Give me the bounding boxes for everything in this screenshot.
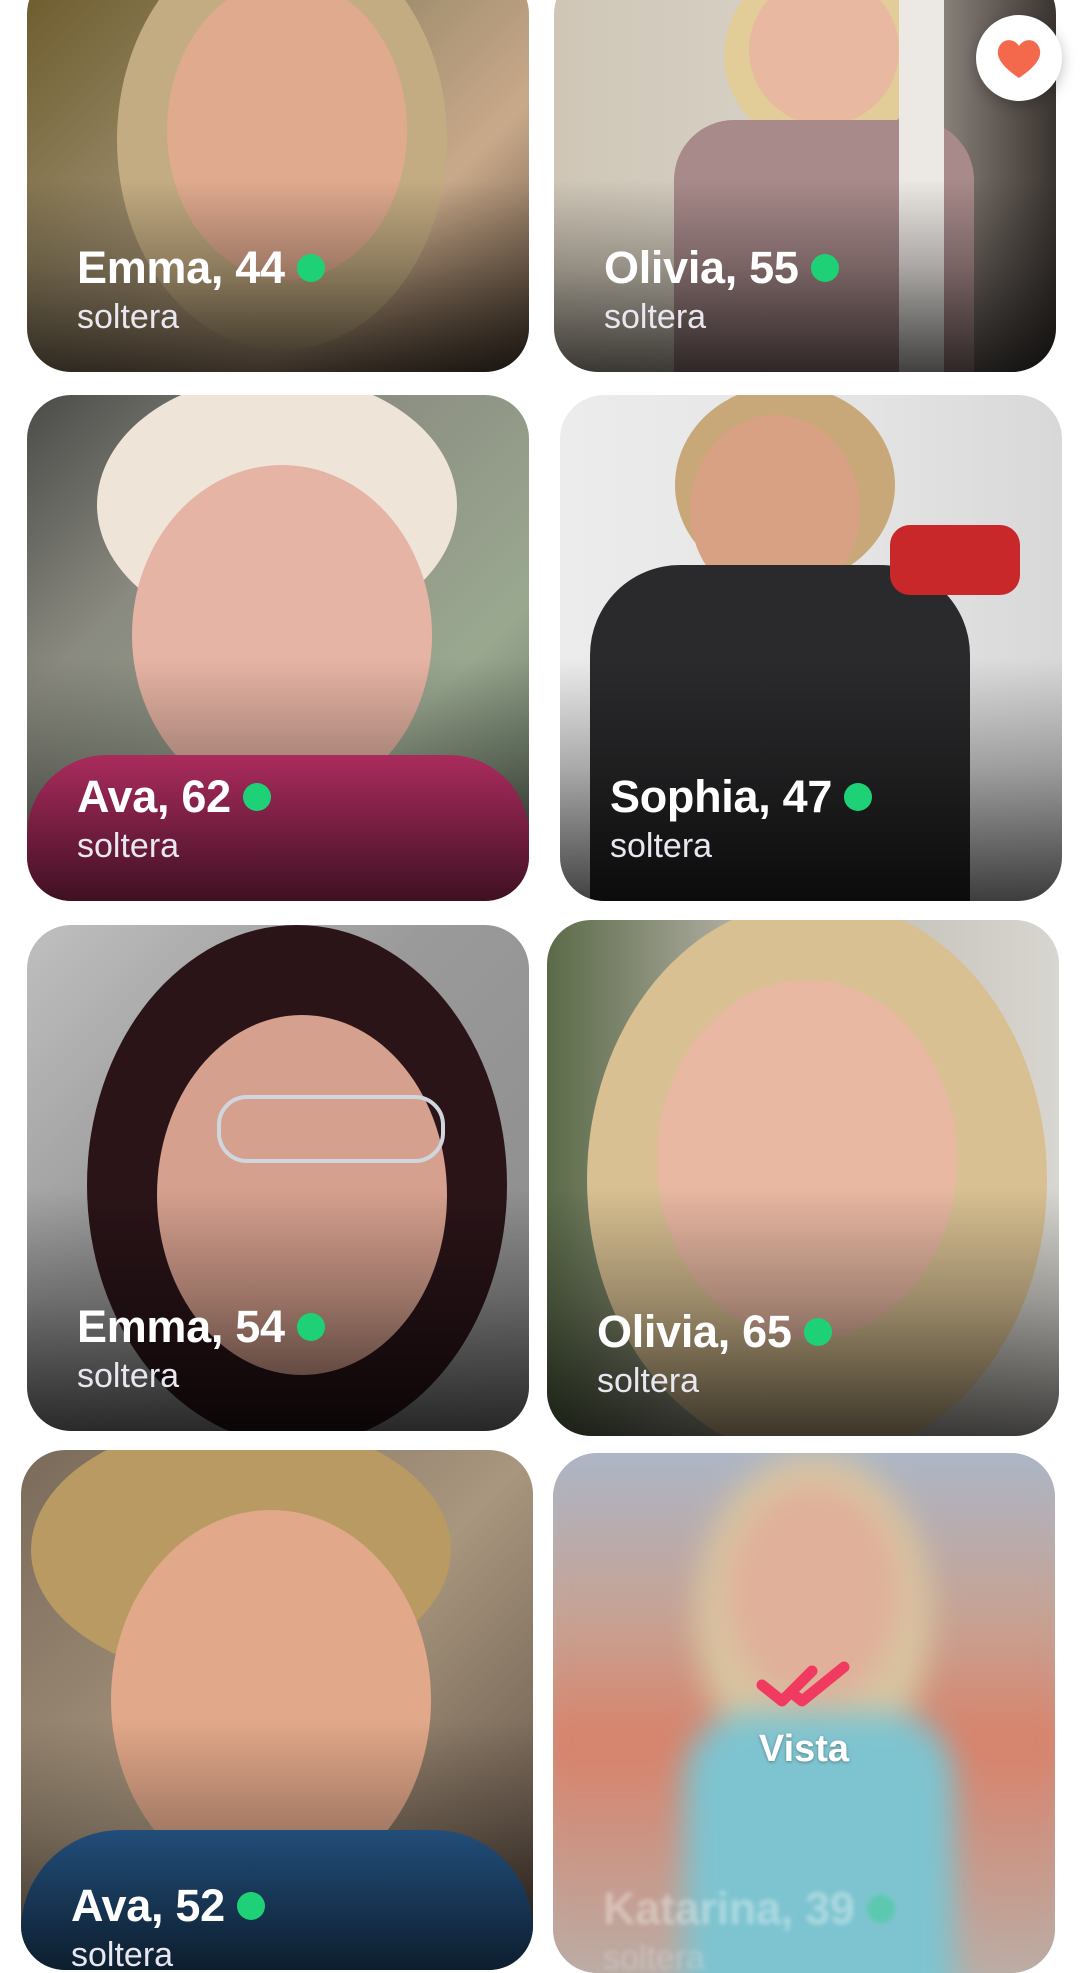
online-dot-icon [803,1317,832,1346]
profile-name-age: Emma, 44 [77,242,285,293]
online-dot-icon [810,253,839,282]
profile-status: soltera [77,1357,180,1395]
seen-label: Vista [758,1728,850,1770]
online-dot-icon [242,782,271,811]
profile-name-age: Katarina, 39 [603,1883,855,1934]
online-dot-icon [296,253,325,282]
profile-status: soltera [603,1939,706,1973]
heart-chat-bubble-icon [997,40,1041,78]
seen-overlay: Vista [553,1661,1055,1771]
profile-card-ava-62[interactable]: Ava, 62 soltera [27,395,529,901]
like-chat-button[interactable] [976,15,1062,101]
profile-status: soltera [604,298,707,336]
profile-card-ava-52[interactable]: Ava, 52 soltera [21,1450,533,1970]
online-dot-icon [236,1891,265,1920]
profile-status: soltera [71,1936,174,1970]
profile-status: soltera [610,827,713,865]
profile-card-sophia-47[interactable]: Sophia, 47 soltera [560,395,1062,901]
profile-status: soltera [77,827,180,865]
profile-name-age: Sophia, 47 [610,771,833,822]
online-dot-icon [296,1312,325,1341]
profile-status: soltera [597,1362,700,1400]
profile-card-olivia-65[interactable]: Olivia, 65 soltera [547,920,1059,1436]
profile-status: soltera [77,298,180,336]
profile-card-emma-54[interactable]: Emma, 54 soltera [27,925,529,1431]
profile-name-age: Olivia, 65 [597,1306,792,1357]
profile-name-age: Ava, 52 [71,1880,225,1931]
double-check-icon [756,1661,850,1707]
profile-name-age: Emma, 54 [77,1301,285,1352]
profile-card-emma-44[interactable]: Emma, 44 soltera [27,0,529,372]
profile-name-age: Ava, 62 [77,771,231,822]
online-dot-icon [844,782,873,811]
profile-card-katarina-39[interactable]: Vista Katarina, 39 soltera [553,1453,1055,1973]
online-dot-icon [866,1894,895,1923]
profile-name-age: Olivia, 55 [604,242,799,293]
